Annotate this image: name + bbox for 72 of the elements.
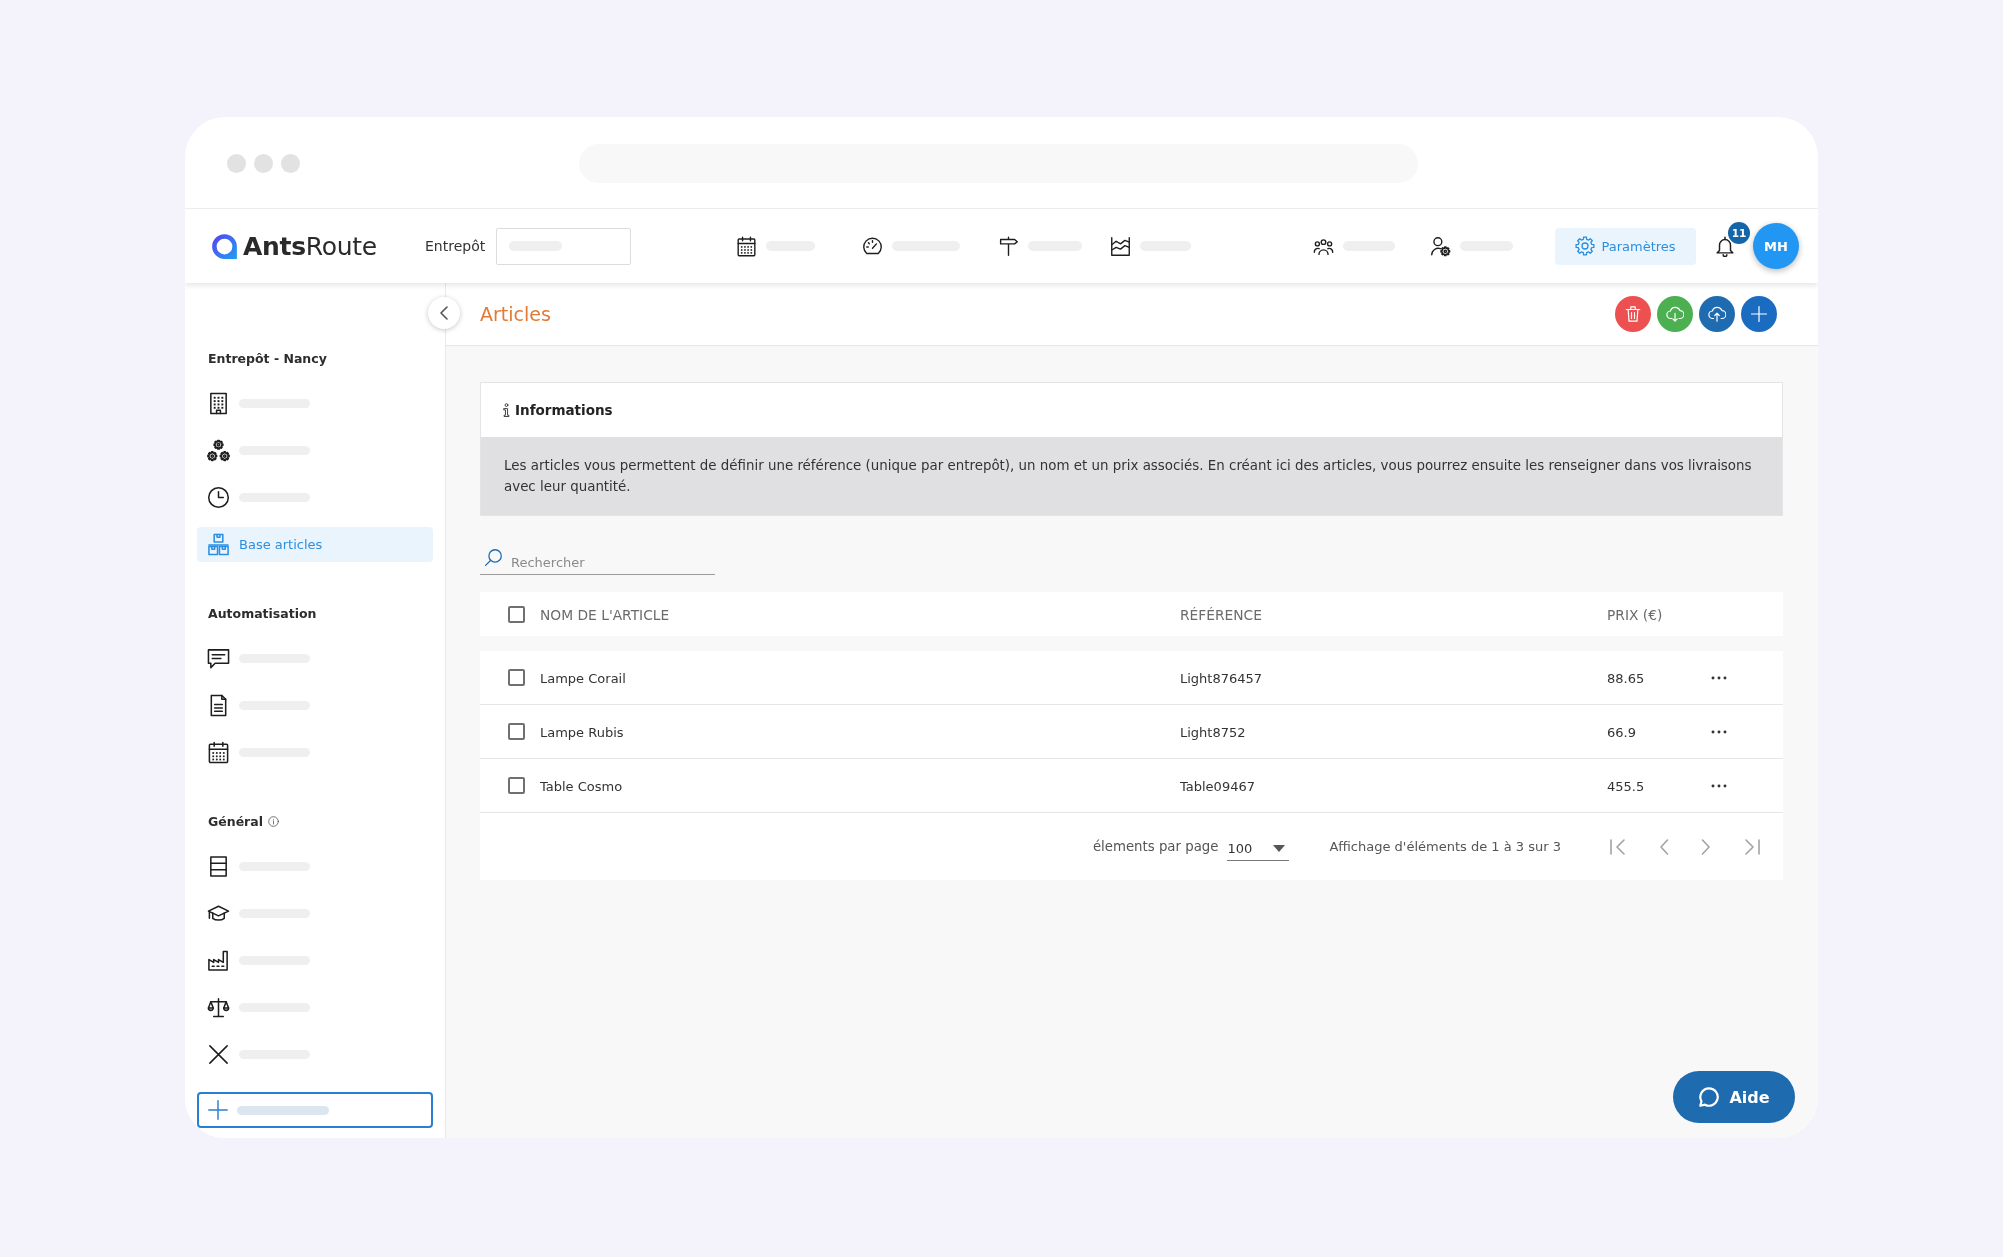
gears-icon [207,439,230,462]
chat-icon [207,647,230,670]
delete-button[interactable] [1615,296,1651,332]
window-dot-icon [254,154,273,173]
article-name: Lampe Rubis [540,725,624,740]
per-page-label: élements par page [1092,839,1219,854]
add-button[interactable] [1741,296,1777,332]
gauge-icon[interactable] [862,235,883,257]
section-title: Entrepôt - Nancy [208,350,327,366]
scale-icon [207,996,230,1019]
article-name: Lampe Corail [540,671,626,686]
page-title: Articles [480,303,551,325]
area-chart-icon[interactable] [1110,235,1131,257]
section-title: Général [208,813,263,829]
plus-icon [1750,305,1768,323]
window-dot-icon [227,154,246,173]
bell-icon[interactable] [1714,235,1736,257]
more-options-icon[interactable] [1711,729,1727,734]
pagination-summary: Affichage d'éléments de 1 à 3 sur 3 [1329,839,1561,854]
rows-icon [207,855,230,878]
article-price: 66.9 [1607,725,1636,740]
plus-icon [207,1099,229,1121]
article-reference: Light8752 [1180,725,1246,740]
calendar-icon[interactable] [736,235,757,257]
warehouse-label: Entrepôt [425,238,487,254]
search-icon [484,548,503,567]
building-icon [207,392,230,415]
download-button[interactable] [1657,296,1693,332]
logo-text: AntsRoute [243,231,377,261]
checkbox[interactable] [508,669,525,686]
section-title: Automatisation [208,605,317,621]
chevron-left-icon [440,306,448,320]
cloud-upload-icon [1708,305,1726,323]
boxes-icon [207,533,230,556]
calendar-icon [207,741,230,764]
info-icon [503,403,510,417]
article-name: Table Cosmo [540,779,623,794]
article-reference: Table09467 [1180,779,1255,794]
clock-icon [207,486,230,509]
trash-icon [1624,305,1642,323]
user-settings-icon[interactable] [1430,235,1451,257]
factory-icon [207,949,230,972]
column-header: NOM DE L'ARTICLE [540,606,670,623]
settings-icon [1575,236,1596,256]
search-field[interactable]: Rechercher [480,543,715,575]
column-header: RÉFÉRENCE [1180,606,1262,623]
user-avatar[interactable]: MH [1753,223,1799,269]
caret-down-icon [1273,844,1286,852]
help-button[interactable]: Aide [1673,1071,1795,1123]
article-price: 455.5 [1607,779,1645,794]
article-reference: Light876457 [1180,671,1263,686]
add-item-button[interactable] [197,1092,433,1128]
card-title: Informations [515,402,613,418]
more-options-icon[interactable] [1711,783,1727,788]
checkbox[interactable] [508,605,525,623]
cloud-download-icon [1666,305,1684,323]
per-page-select[interactable]: 100 [1227,832,1290,861]
checkbox[interactable] [508,777,525,794]
more-options-icon[interactable] [1711,675,1727,680]
info-text: Les articles vous permettent de définir une référence (unique par entrepôt), un nom et un prix associés. En créant ici des articles, vous pourrez ensuite les renseigner dans vos livraisons avec leur quantité. [504,457,1753,496]
article-price: 88.65 [1607,671,1645,686]
cross-icon [207,1043,230,1066]
logo-icon [211,232,238,260]
settings-button[interactable]: Paramètres [1555,227,1696,265]
column-header: PRIX (€) [1607,606,1663,623]
window-dot-icon [281,154,300,173]
notification-badge: 11 [1728,222,1750,244]
upload-button[interactable] [1699,296,1735,332]
checkbox[interactable] [508,723,525,740]
signpost-icon[interactable] [998,235,1019,257]
sidebar-item[interactable]: Base articles [197,527,433,562]
chat-bubble-icon [1698,1086,1721,1108]
